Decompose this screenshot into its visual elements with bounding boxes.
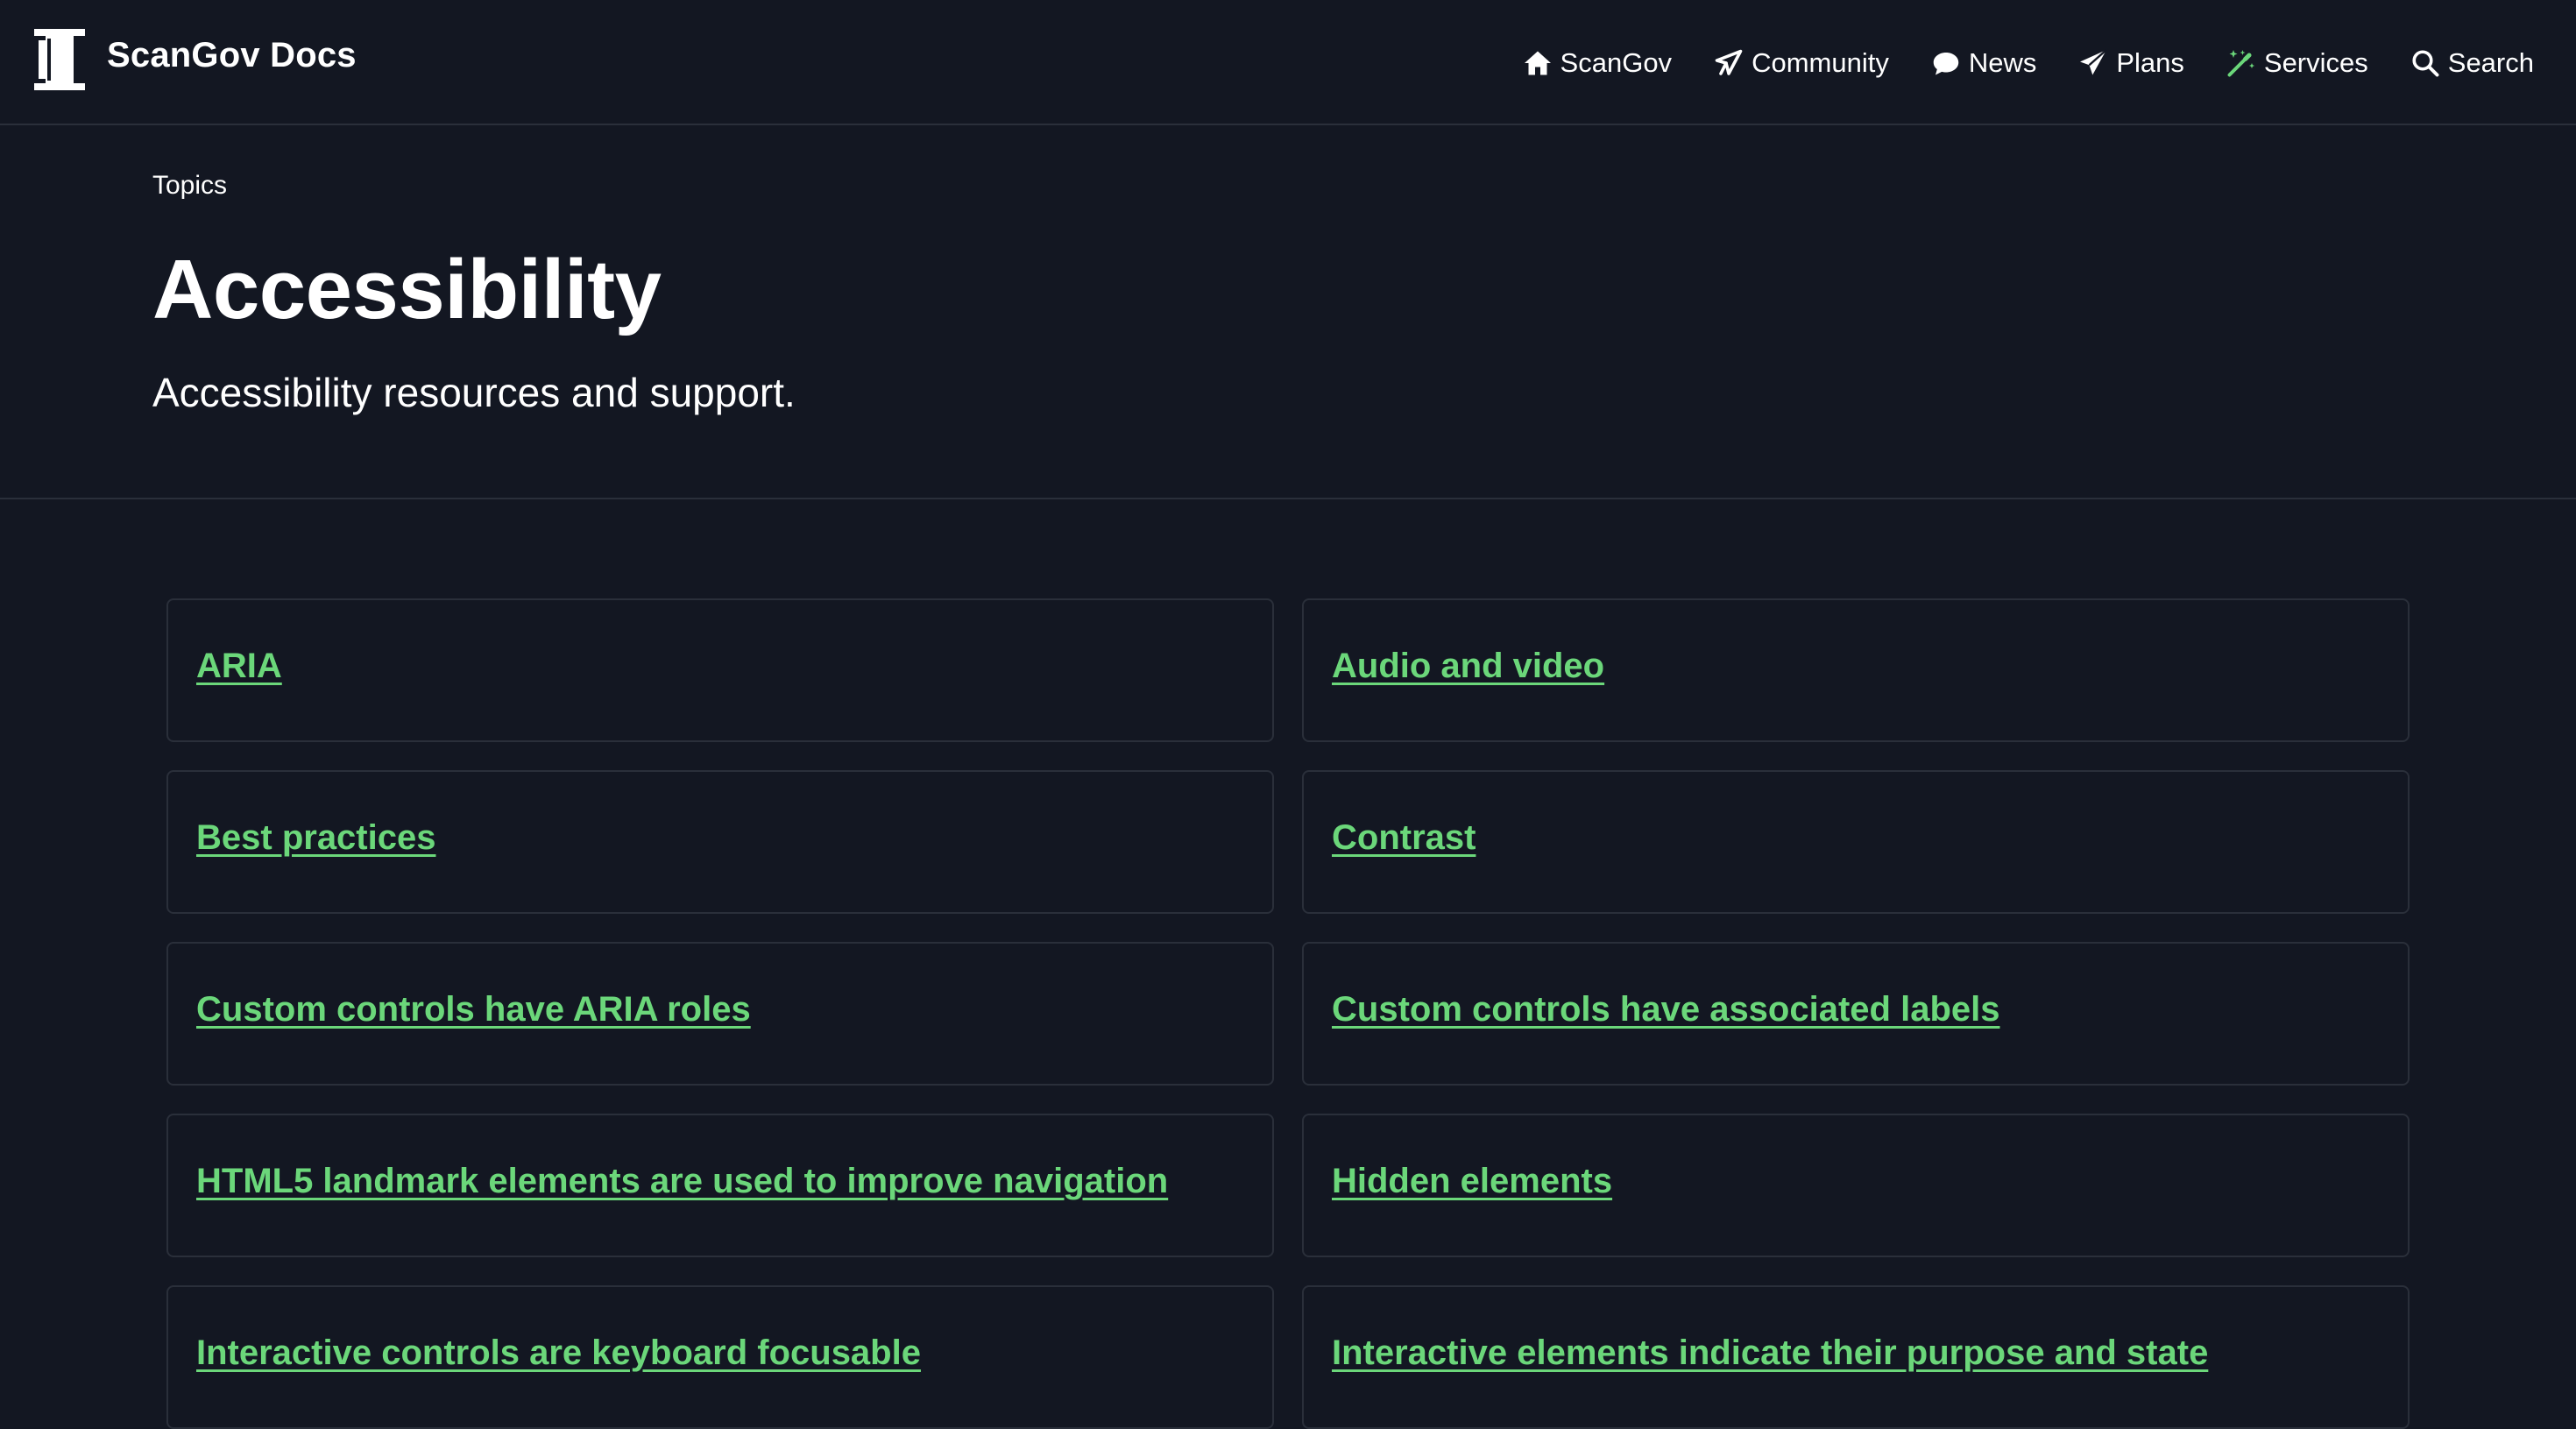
breadcrumb[interactable]: Topics [152,171,227,201]
nav-plans[interactable]: Plans [2077,47,2184,79]
nav-label: News [1968,47,2037,78]
topic-link-keyboard-focusable[interactable]: Interactive controls are keyboard focusa… [196,1333,921,1373]
nav-community[interactable]: Community [1713,47,1889,79]
topic-link-custom-controls-labels[interactable]: Custom controls have associated labels [1332,990,1999,1029]
nav-label: Community [1752,47,1889,78]
topic-link-audio-and-video[interactable]: Audio and video [1332,647,1604,686]
nav-label: Search [2447,47,2534,78]
topic-card: Best practices [166,770,1274,914]
scangov-logo-icon [32,27,87,92]
hero-section: Topics Accessibility Accessibility resou… [0,125,2576,499]
topic-link-aria[interactable]: ARIA [196,647,282,686]
page-title: Accessibility [152,243,662,336]
paper-plane-icon [2080,49,2108,75]
search-icon [2412,50,2439,77]
speech-bubble-icon [1933,53,1959,75]
megaphone-icon [1715,49,1743,75]
nav-search[interactable]: Search [2410,47,2534,79]
home-icon [1524,51,1551,75]
topic-card: Custom controls have associated labels [1302,942,2410,1086]
topic-link-html5-landmarks[interactable]: HTML5 landmark elements are used to impr… [196,1162,1168,1201]
nav-scangov[interactable]: ScanGov [1522,47,1673,79]
brand-link[interactable]: ScanGov Docs [32,26,357,93]
topic-card: Contrast [1302,770,2410,914]
page-subtitle: Accessibility resources and support. [152,370,796,415]
main-nav: ScanGov Community News Plans Services Se… [1522,39,2534,88]
brand-title: ScanGov Docs [107,35,357,74]
topic-cards-grid: ARIA Audio and video Best practices Cont… [166,598,2410,1429]
topic-link-contrast[interactable]: Contrast [1332,818,1476,858]
nav-news[interactable]: News [1930,47,2037,79]
topic-card: ARIA [166,598,1274,742]
topic-link-custom-controls-aria-roles[interactable]: Custom controls have ARIA roles [196,990,751,1029]
topic-card: Custom controls have ARIA roles [166,942,1274,1086]
topic-card: HTML5 landmark elements are used to impr… [166,1114,1274,1257]
topic-card: Hidden elements [1302,1114,2410,1257]
nav-label: Plans [2116,47,2184,78]
nav-label: ScanGov [1560,47,1673,78]
nav-label: Services [2263,47,2368,78]
magic-wand-icon [2227,50,2254,77]
site-header: ScanGov Docs ScanGov Community News Plan… [0,0,2576,125]
nav-services[interactable]: Services [2226,47,2368,79]
topic-link-hidden-elements[interactable]: Hidden elements [1332,1162,1612,1201]
topic-card: Interactive controls are keyboard focusa… [166,1285,1274,1429]
topic-link-best-practices[interactable]: Best practices [196,818,435,858]
topic-card: Audio and video [1302,598,2410,742]
topic-link-purpose-and-state[interactable]: Interactive elements indicate their purp… [1332,1333,2208,1373]
topic-card: Interactive elements indicate their purp… [1302,1285,2410,1429]
